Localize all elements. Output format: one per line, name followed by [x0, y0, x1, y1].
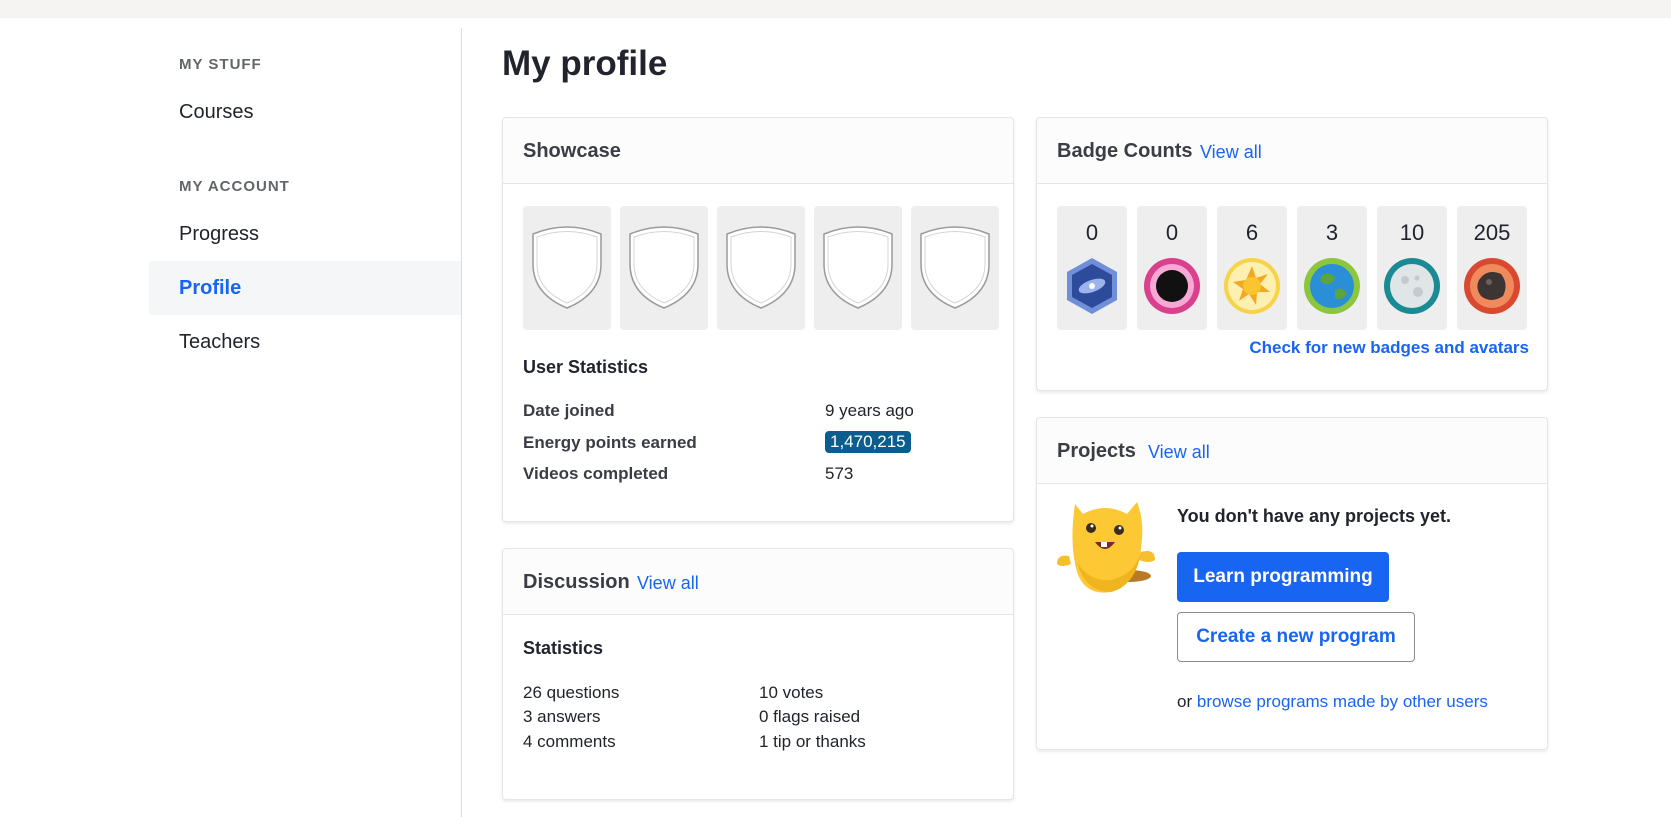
showcase-header: Showcase: [503, 118, 1013, 184]
videos-completed-value: 573: [825, 464, 854, 483]
sidebar-heading-my-stuff: MY STUFF: [179, 56, 262, 73]
energy-points-badge: 1,470,215: [825, 431, 911, 453]
sidebar-heading-my-account: MY ACCOUNT: [179, 178, 290, 195]
comments-count: 4 comments: [523, 732, 616, 751]
badge-count-sun[interactable]: 6: [1217, 206, 1287, 330]
discussion-header: Discussion View all: [503, 549, 1013, 615]
discussion-card: Discussion View all Statistics 26 questi…: [502, 548, 1014, 800]
black-hole-badge-icon: [1144, 258, 1200, 314]
discussion-view-all-link[interactable]: View all: [637, 573, 699, 594]
videos-completed-label: Videos completed: [523, 464, 669, 483]
badge-count-value: 10: [1399, 220, 1425, 245]
mascot-illustration: [1057, 502, 1155, 593]
badge-count-meteorite[interactable]: 205: [1457, 206, 1527, 330]
badge-counts-card: Badge Counts View all 0 0 6 3 10 205 Che…: [1036, 117, 1548, 391]
sidebar-item-teachers[interactable]: Teachers: [149, 315, 461, 369]
moon-badge-icon: [1384, 258, 1440, 314]
no-projects-message: You don't have any projects yet.: [1177, 506, 1452, 526]
meteorite-badge-icon: [1464, 258, 1520, 314]
projects-card: Projects View all You don't have any pro…: [1036, 417, 1548, 750]
empty-shield-icon: [823, 226, 893, 309]
create-program-button[interactable]: Create a new program: [1177, 612, 1415, 662]
top-bar: [0, 0, 1671, 18]
user-statistics-title: User Statistics: [523, 357, 649, 377]
questions-count: 26 questions: [523, 683, 620, 702]
badge-count-black-hole[interactable]: 0: [1137, 206, 1207, 330]
browse-programs-line: or browse programs made by other users: [1177, 692, 1488, 712]
empty-shield-icon: [532, 226, 602, 309]
answers-count: 3 answers: [523, 707, 601, 726]
votes-count: 10 votes: [759, 683, 824, 702]
check-new-badges-link[interactable]: Check for new badges and avatars: [1249, 338, 1529, 358]
badges-view-all-link[interactable]: View all: [1200, 142, 1262, 163]
learn-programming-button[interactable]: Learn programming: [1177, 552, 1389, 602]
browse-programs-link[interactable]: browse programs made by other users: [1197, 692, 1488, 711]
discussion-statistics-title: Statistics: [523, 638, 604, 658]
empty-shield-icon: [726, 226, 796, 309]
badge-count-value: 0: [1165, 220, 1179, 245]
projects-view-all-link[interactable]: View all: [1148, 442, 1210, 463]
sidebar-item-profile[interactable]: Profile: [149, 261, 461, 315]
showcase-slot[interactable]: [717, 206, 805, 330]
badge-count-value: 3: [1325, 220, 1339, 245]
showcase-card: Showcase User Statistics Date joined 9 y…: [502, 117, 1014, 522]
showcase-title: Showcase: [523, 140, 621, 162]
sidebar-nav: MY STUFF Courses MY ACCOUNT Progress Pro…: [149, 18, 461, 817]
badge-count-value: 205: [1473, 220, 1511, 245]
badge-counts-title: Badge Counts: [1057, 140, 1193, 162]
showcase-slot[interactable]: [620, 206, 708, 330]
discussion-title: Discussion: [523, 571, 630, 593]
badge-count-value: 6: [1245, 220, 1259, 245]
energy-points-label: Energy points earned: [523, 433, 697, 452]
sidebar-item-progress[interactable]: Progress: [149, 207, 461, 261]
or-text: or: [1177, 692, 1193, 711]
showcase-slot[interactable]: [523, 206, 611, 330]
badge-count-moon[interactable]: 10: [1377, 206, 1447, 330]
showcase-slot[interactable]: [911, 206, 999, 330]
empty-shield-icon: [629, 226, 699, 309]
sidebar-divider: [461, 28, 462, 817]
tips-count: 1 tip or thanks: [759, 732, 866, 751]
earth-badge-icon: [1304, 258, 1360, 314]
flags-count: 0 flags raised: [759, 707, 861, 726]
page-title: My profile: [502, 44, 668, 83]
projects-header: Projects View all: [1037, 418, 1547, 484]
date-joined-label: Date joined: [523, 401, 615, 420]
projects-title: Projects: [1057, 440, 1136, 462]
sidebar-item-courses[interactable]: Courses: [149, 85, 461, 139]
badge-count-value: 0: [1085, 220, 1099, 245]
date-joined-value: 9 years ago: [825, 401, 914, 420]
showcase-slot[interactable]: [814, 206, 902, 330]
badge-count-earth[interactable]: 3: [1297, 206, 1367, 330]
empty-shield-icon: [920, 226, 990, 309]
badge-counts-header: Badge Counts View all: [1037, 118, 1547, 184]
galaxy-badge-icon: [1067, 258, 1117, 314]
sun-badge-icon: [1224, 258, 1280, 314]
badge-count-galaxy[interactable]: 0: [1057, 206, 1127, 330]
